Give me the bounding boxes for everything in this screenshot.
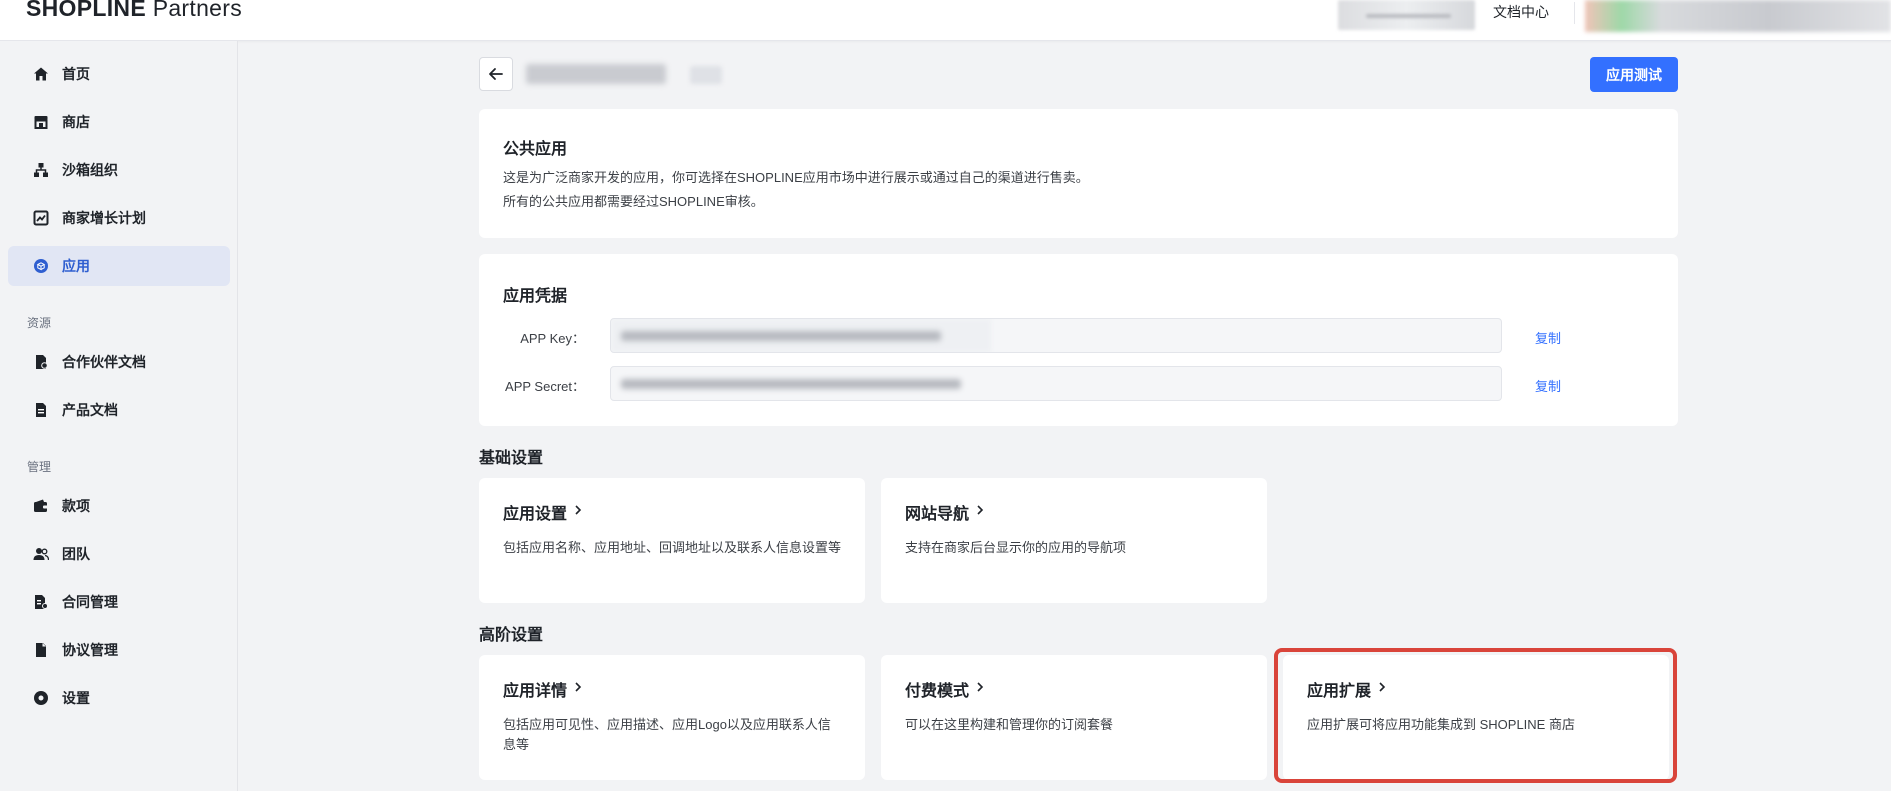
basic-settings-heading: 基础设置 (479, 450, 544, 467)
chevron-right-icon (975, 680, 985, 698)
app-secret-field[interactable] (610, 366, 1502, 401)
sidebar-item-apps[interactable]: 应用 (8, 246, 230, 286)
app-icon (33, 258, 49, 274)
store-icon (33, 114, 49, 130)
site-navigation-title-text: 网站导航 (905, 506, 970, 523)
sidebar-item-label: 团队 (62, 546, 90, 562)
app-extensions-desc: 应用扩展可将应用功能集成到 SHOPLINE 商店 (1307, 717, 1575, 732)
blurred-account-area[interactable] (1585, 0, 1891, 32)
billing-mode-card[interactable]: 付费模式 可以在这里构建和管理你的订阅套餐 (881, 655, 1267, 780)
sidebar-item-growth[interactable]: 商家增长计划 (8, 198, 230, 238)
app-extensions-card[interactable]: 应用扩展 应用扩展可将应用功能集成到 SHOPLINE 商店 (1283, 655, 1669, 780)
public-app-desc-line2: 所有的公共应用都需要经过SHOPLINE审核。 (503, 194, 764, 209)
arrow-left-icon (489, 68, 503, 80)
back-button[interactable] (479, 57, 513, 91)
public-app-desc-line1: 这是为广泛商家开发的应用，你可选择在SHOPLINE应用市场中进行展示或通过自己… (503, 170, 1089, 185)
sidebar-item-label: 款项 (62, 498, 90, 514)
site-navigation-card[interactable]: 网站导航 支持在商家后台显示你的应用的导航项 (881, 478, 1267, 603)
sidebar-item-label: 合同管理 (62, 594, 118, 610)
billing-mode-title-text: 付费模式 (905, 683, 970, 700)
credentials-card: 应用凭据 APP Key： 复制 APP Secret： 复制 (479, 254, 1678, 426)
app-details-title-text: 应用详情 (503, 683, 568, 700)
sidebar-item-label: 商家增长计划 (62, 210, 146, 226)
sidebar-item-home[interactable]: 首页 (8, 54, 230, 94)
app-key-label: APP Key： (520, 331, 585, 346)
home-icon (33, 66, 49, 82)
partner-doc-icon (33, 354, 49, 370)
sidebar-item-partner-docs[interactable]: 合作伙伴文档 (8, 342, 230, 382)
app-settings-desc: 包括应用名称、应用地址、回调地址以及联系人信息设置等 (503, 540, 842, 555)
sidebar-item-label: 沙箱组织 (62, 162, 118, 178)
app-details-desc: 包括应用可见性、应用描述、应用Logo以及应用联系人信息等 (503, 717, 831, 752)
sidebar-item-label: 产品文档 (62, 402, 118, 418)
public-app-title: 公共应用 (503, 141, 568, 158)
sidebar-item-label: 商店 (62, 114, 90, 130)
app-extensions-title: 应用扩展 (1307, 677, 1387, 701)
app-details-card[interactable]: 应用详情 包括应用可见性、应用描述、应用Logo以及应用联系人信息等 (479, 655, 865, 780)
chevron-right-icon (573, 503, 583, 521)
top-divider (1574, 2, 1575, 24)
blurred-app-key (621, 331, 941, 341)
logo[interactable]: SHOPLINE Partners (26, 0, 242, 22)
sidebar-item-sandbox[interactable]: 沙箱组织 (8, 150, 230, 190)
agreement-icon (33, 642, 49, 658)
sandbox-icon (33, 162, 49, 178)
blurred-app-tag (690, 66, 722, 84)
app-secret-label: APP Secret： (505, 379, 585, 394)
app-settings-card[interactable]: 应用设置 包括应用名称、应用地址、回调地址以及联系人信息设置等 (479, 478, 865, 603)
app-settings-title: 应用设置 (503, 500, 583, 524)
logo-sub: Partners (152, 0, 243, 21)
app-details-title: 应用详情 (503, 677, 583, 701)
doc-center-link[interactable]: 文档中心 (1493, 2, 1549, 22)
sidebar-item-label: 应用 (62, 258, 90, 274)
sidebar-item-agreements[interactable]: 协议管理 (8, 630, 230, 670)
copy-app-key-link[interactable]: 复制 (1535, 328, 1561, 347)
wallet-icon (33, 498, 49, 514)
billing-mode-title: 付费模式 (905, 677, 985, 701)
sidebar-item-label: 合作伙伴文档 (62, 354, 146, 370)
app-settings-title-text: 应用设置 (503, 506, 568, 523)
sidebar-item-store[interactable]: 商店 (8, 102, 230, 142)
chevron-right-icon (975, 503, 985, 521)
sidebar-item-label: 首页 (62, 66, 90, 82)
blurred-top-item (1338, 0, 1475, 30)
sidebar: 首页 商店 沙箱组织 商家增长计划 应用 资源 合作伙伴文档 产品文档 管理 款… (0, 41, 238, 791)
app-key-field[interactable] (610, 318, 1502, 353)
chevron-right-icon (573, 680, 583, 698)
site-navigation-desc: 支持在商家后台显示你的应用的导航项 (905, 540, 1127, 555)
copy-app-secret-link[interactable]: 复制 (1535, 376, 1561, 395)
product-doc-icon (33, 402, 49, 418)
blurred-app-name (526, 64, 666, 84)
sidebar-item-settings[interactable]: 设置 (8, 678, 230, 718)
credentials-title: 应用凭据 (503, 288, 568, 305)
app-extensions-title-text: 应用扩展 (1307, 683, 1372, 700)
public-app-card: 公共应用 这是为广泛商家开发的应用，你可选择在SHOPLINE应用市场中进行展示… (479, 109, 1678, 238)
team-icon (33, 546, 50, 562)
advanced-settings-heading: 高阶设置 (479, 627, 544, 644)
growth-chart-icon (33, 210, 49, 226)
sidebar-item-label: 协议管理 (62, 642, 118, 658)
chevron-right-icon (1377, 680, 1387, 698)
sidebar-item-payments[interactable]: 款项 (8, 486, 230, 526)
logo-brand: SHOPLINE (26, 0, 146, 21)
sidebar-item-team[interactable]: 团队 (8, 534, 230, 574)
app-test-button[interactable]: 应用测试 (1590, 57, 1678, 92)
billing-mode-desc: 可以在这里构建和管理你的订阅套餐 (905, 717, 1114, 732)
sidebar-item-product-docs[interactable]: 产品文档 (8, 390, 230, 430)
contract-icon (33, 594, 49, 610)
section-label-resources: 资源 (27, 316, 52, 330)
blurred-app-secret (621, 379, 961, 389)
site-navigation-title: 网站导航 (905, 500, 985, 524)
sidebar-item-label: 设置 (62, 690, 90, 706)
sidebar-item-contracts[interactable]: 合同管理 (8, 582, 230, 622)
settings-icon (33, 690, 49, 706)
top-bar: SHOPLINE Partners 文档中心 (0, 0, 1891, 41)
section-label-manage: 管理 (27, 460, 52, 474)
